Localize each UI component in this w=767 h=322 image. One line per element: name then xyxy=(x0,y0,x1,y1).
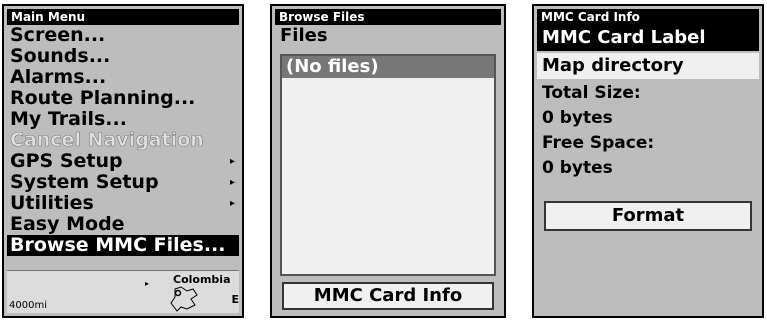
menu-item-label: Browse MMC Files... xyxy=(10,234,226,256)
menu-item-browse-mmc-files[interactable]: Browse MMC Files... xyxy=(7,235,239,256)
menu-item-gps-setup[interactable]: GPS Setup ▸ xyxy=(7,151,239,172)
main-menu-title: Main Menu xyxy=(7,9,239,25)
menu-item-label: System Setup xyxy=(10,171,159,193)
free-space-value: 0 bytes xyxy=(542,158,613,178)
menu-item-cancel-navigation: Cancel Navigation xyxy=(7,129,239,151)
free-space-label: Free Space: xyxy=(542,133,655,153)
submenu-arrow-icon: ▸ xyxy=(229,156,235,167)
menu-item-my-trails[interactable]: My Trails... xyxy=(7,109,239,130)
mmc-card-info-screen: MMC Card Info MMC Card Label Map directo… xyxy=(532,4,764,318)
card-label-header: MMC Card Label xyxy=(537,25,759,51)
format-button[interactable]: Format xyxy=(544,201,752,231)
mmc-card-info-button[interactable]: MMC Card Info xyxy=(282,282,494,310)
menu-item-system-setup[interactable]: System Setup ▸ xyxy=(7,172,239,193)
main-menu-screen: Main Menu Screen... Sounds... Alarms... … xyxy=(2,4,244,318)
menu-item-label: Alarms... xyxy=(10,66,107,88)
menu-item-label: Sounds... xyxy=(10,45,111,67)
list-item[interactable]: (No files) xyxy=(282,56,494,78)
menu-item-screen[interactable]: Screen... xyxy=(7,25,239,46)
submenu-arrow-icon: ▸ xyxy=(229,177,235,188)
menu-item-sounds[interactable]: Sounds... xyxy=(7,46,239,67)
total-size-value: 0 bytes xyxy=(542,108,613,128)
menu-item-alarms[interactable]: Alarms... xyxy=(7,67,239,88)
menu-item-label: Utilities xyxy=(10,192,94,214)
main-menu-list: Screen... Sounds... Alarms... Route Plan… xyxy=(7,25,239,256)
browse-files-title: Browse Files xyxy=(275,9,501,25)
menu-item-easy-mode[interactable]: Easy Mode xyxy=(7,214,239,235)
menu-item-label: Easy Mode xyxy=(10,213,125,235)
menu-item-label: My Trails... xyxy=(10,108,127,130)
menu-item-label: Cancel Navigation xyxy=(10,129,204,151)
mmc-card-info-title: MMC Card Info xyxy=(537,9,759,25)
background-map: ▸ Colombia E 4000mi xyxy=(7,270,239,313)
card-label-field[interactable]: Map directory xyxy=(537,53,759,79)
map-pointer-icon: ▸ xyxy=(145,279,150,288)
menu-item-label: Route Planning... xyxy=(10,87,196,109)
menu-item-label: GPS Setup xyxy=(10,150,123,172)
submenu-arrow-icon: ▸ xyxy=(229,198,235,209)
map-scale-label: 4000mi xyxy=(9,300,47,311)
files-section-label: Files xyxy=(280,25,328,46)
menu-item-label: Screen... xyxy=(10,24,106,46)
menu-item-route-planning[interactable]: Route Planning... xyxy=(7,88,239,109)
menu-item-utilities[interactable]: Utilities ▸ xyxy=(7,193,239,214)
map-edge-label: E xyxy=(231,293,239,306)
file-list[interactable]: (No files) xyxy=(280,54,496,276)
browse-files-screen: Browse Files Files (No files) MMC Card I… xyxy=(270,4,506,318)
coastline-icon xyxy=(170,286,198,312)
total-size-label: Total Size: xyxy=(542,83,641,103)
